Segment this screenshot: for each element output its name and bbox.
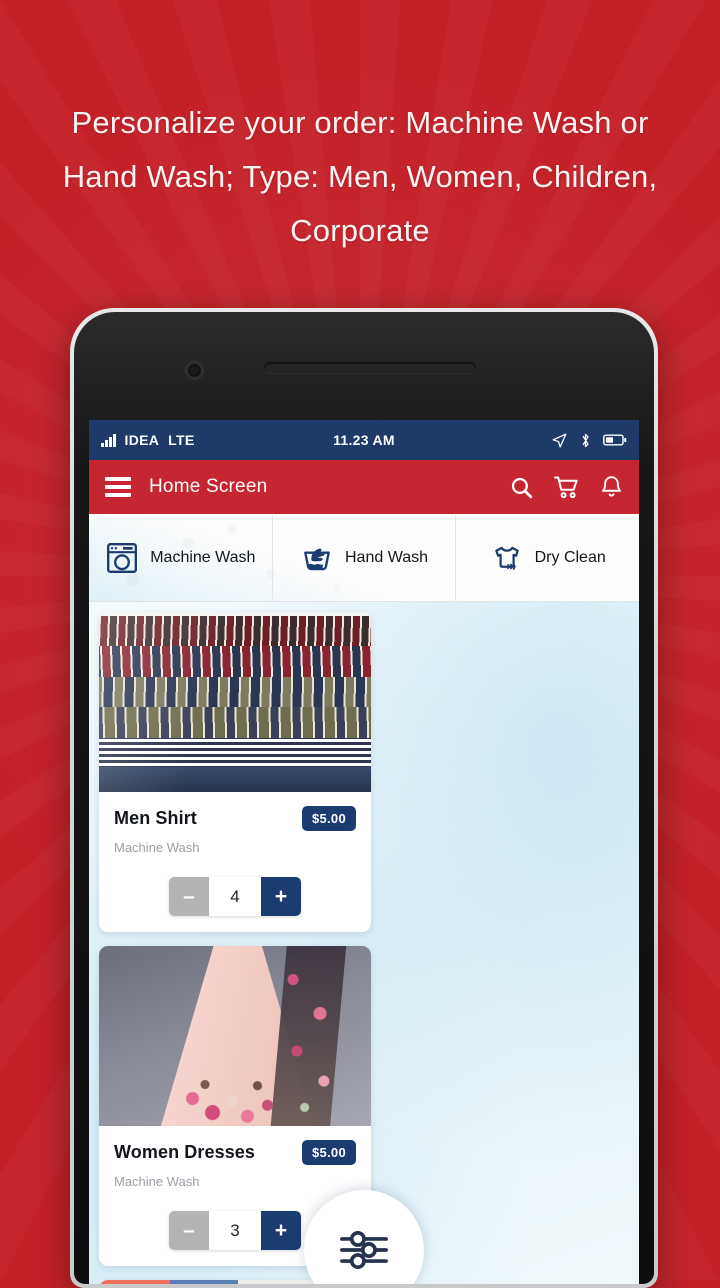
location-arrow-icon [552,432,567,448]
tab-label: Machine Wash [150,548,256,566]
app-bar-actions [509,475,623,500]
earpiece-speaker [264,362,476,373]
carrier-label: IDEA [124,432,160,448]
cart-icon[interactable] [554,475,580,500]
price-badge: $5.00 [301,806,356,831]
product-service-label: Machine Wash [114,1174,200,1189]
tab-label: Dry Clean [534,548,606,566]
app-bar: Home Screen [89,460,639,514]
status-bar-left: IDEA LTE [101,432,194,448]
status-bar: IDEA LTE 11.23 AM [89,420,639,460]
search-icon[interactable] [509,475,534,500]
increment-button[interactable]: + [261,877,301,916]
tab-dry-clean[interactable]: Dry Clean [455,514,639,601]
product-title: Women Dresses [114,1142,256,1162]
phone-screen: IDEA LTE 11.23 AM Home Screen Machine Wa… [89,420,639,1284]
quantity-value: 4 [209,877,261,916]
quantity-stepper: – 4 + [114,877,356,916]
hamburger-menu-icon[interactable] [105,477,131,497]
battery-icon [603,434,627,446]
signal-strength-icon [101,433,116,447]
status-bar-right [551,432,627,449]
product-image [99,946,371,1126]
front-camera [186,362,203,379]
decrement-button[interactable]: – [169,1211,209,1250]
product-service-label: Machine Wash [114,840,200,855]
quantity-value: 3 [209,1211,261,1250]
network-type-label: LTE [168,432,195,448]
tab-hand-wash[interactable]: Hand Wash [271,514,456,601]
tab-machine-wash[interactable]: Machine Wash [89,514,272,601]
tab-label: Hand Wash [345,548,428,566]
product-title: Men Shirt [114,808,197,828]
phone-mockup: IDEA LTE 11.23 AM Home Screen Machine Wa… [70,308,658,1288]
filter-sliders-icon [340,1230,388,1270]
headline-text: Personalize your order: Machine Wash or … [62,105,658,248]
product-image [99,612,371,792]
hand-wash-icon [304,548,330,570]
wash-type-tabs: Machine Wash Hand Wash Dry Clean [89,514,639,602]
phone-body: IDEA LTE 11.23 AM Home Screen Machine Wa… [74,312,654,1284]
bluetooth-icon [582,433,589,447]
dry-clean-shirt-icon [494,546,519,570]
page-title: Home Screen [149,476,268,497]
washing-machine-icon [107,542,138,573]
product-card[interactable]: Men Shirt $5.00 Machine Wash – 4 + [99,612,371,932]
decrement-button[interactable]: – [169,877,209,916]
increment-button[interactable]: + [261,1211,301,1250]
price-badge: $5.00 [301,1140,356,1165]
product-grid: Men Shirt $5.00 Machine Wash – 4 + Women… [89,602,639,1284]
notification-bell-icon[interactable] [600,475,623,500]
